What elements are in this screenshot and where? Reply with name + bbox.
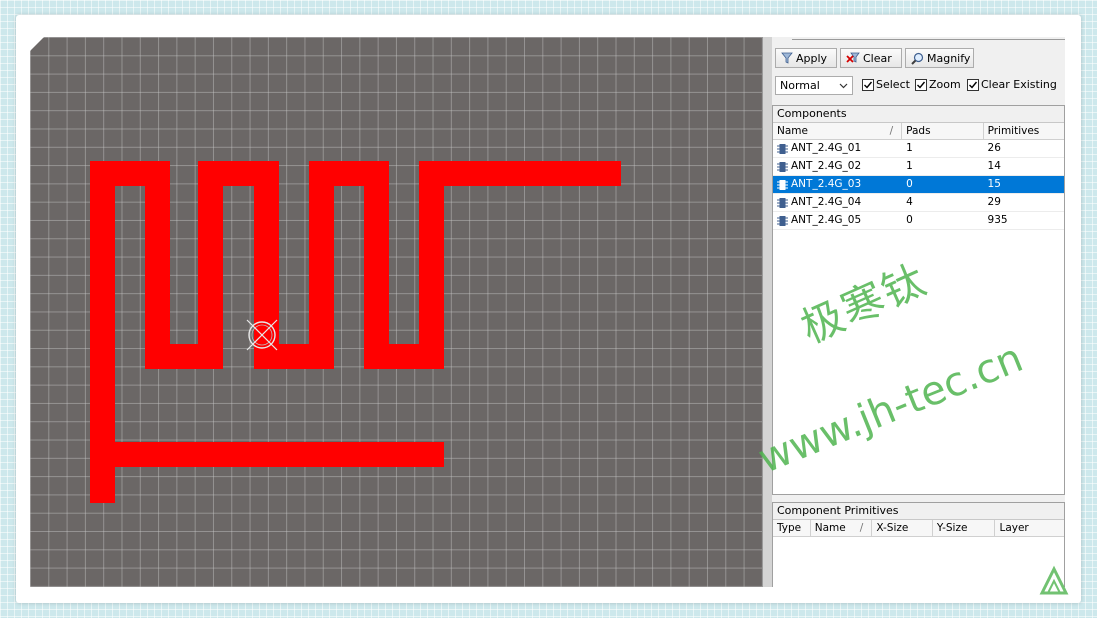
clear-button[interactable]: Clear: [840, 48, 902, 68]
trace-meander-v5[interactable]: [364, 161, 389, 369]
component-pads: 1: [906, 142, 913, 154]
chip-icon: [777, 197, 788, 208]
component-name-cell: ANT_2.4G_01: [773, 140, 902, 157]
trace-meander-v2[interactable]: [198, 161, 223, 369]
canvas-corner: [30, 37, 44, 51]
funnel-icon: [781, 52, 793, 64]
magnify-button[interactable]: Magnify: [905, 48, 974, 68]
check-icon: [967, 78, 979, 91]
clear-existing-label: Clear Existing: [981, 78, 1057, 91]
col-name-label: Name: [777, 125, 808, 137]
zoom-label: Zoom: [929, 78, 961, 91]
zoom-checkbox[interactable]: Zoom: [915, 78, 961, 91]
apply-button[interactable]: Apply: [775, 48, 837, 68]
component-name-cell: ANT_2.4G_04: [773, 194, 902, 211]
col-layer-header[interactable]: Layer: [995, 520, 1064, 536]
component-pads: 4: [906, 196, 913, 208]
component-name: ANT_2.4G_04: [791, 196, 862, 208]
apply-label: Apply: [796, 51, 828, 65]
trace-ground-horizontal[interactable]: [90, 442, 444, 467]
trace-meander-v1[interactable]: [145, 161, 170, 369]
col-xsize-header[interactable]: X-Size: [872, 520, 933, 536]
chip-icon: [777, 179, 788, 190]
chip-icon: [777, 143, 788, 154]
pcb-library-panel: Apply Clear Magnify Normal Select Zoom C…: [772, 37, 1065, 587]
select-checkbox[interactable]: Select: [862, 78, 910, 91]
components-header: Name / Pads Primitives: [773, 123, 1064, 140]
panel-top-line: [792, 39, 1065, 40]
col-ysize-header[interactable]: Y-Size: [933, 520, 996, 536]
component-primitives: 15: [987, 178, 1001, 190]
component-primitives: 14: [987, 160, 1001, 172]
primitives-title: Component Primitives: [773, 503, 1064, 520]
component-pads: 0: [906, 214, 913, 226]
sort-indicator: /: [859, 522, 864, 534]
trace-meander-v6[interactable]: [419, 161, 444, 369]
mode-select[interactable]: Normal: [775, 76, 853, 95]
table-row[interactable]: ANT_2.4G_04 4 29: [773, 194, 1064, 212]
chip-icon: [777, 161, 788, 172]
col-pads-header[interactable]: Pads: [902, 123, 984, 139]
primitives-section: Component Primitives Type Name / X-Size …: [772, 502, 1065, 587]
select-label: Select: [876, 78, 910, 91]
clear-filter-icon: [846, 52, 860, 63]
chevron-down-icon: [839, 83, 848, 89]
magnify-label: Magnify: [927, 51, 971, 65]
sort-indicator: /: [889, 125, 894, 137]
component-name-cell: ANT_2.4G_05: [773, 212, 902, 229]
trace-top-end[interactable]: [419, 161, 621, 186]
mode-select-value: Normal: [780, 79, 820, 92]
components-section: Components Name / Pads Primitives ANT_2.…: [772, 105, 1065, 495]
col-prim-name-label: Name: [814, 522, 846, 534]
magnifier-icon: [911, 52, 924, 65]
col-primitives-header[interactable]: Primitives: [984, 123, 1064, 139]
components-title: Components: [773, 106, 1064, 123]
primitives-header: Type Name / X-Size Y-Size Layer: [773, 520, 1064, 537]
table-row[interactable]: ANT_2.4G_01 1 26: [773, 140, 1064, 158]
component-primitives: 26: [987, 142, 1001, 154]
clear-existing-checkbox[interactable]: Clear Existing: [967, 78, 1057, 91]
check-icon: [862, 78, 874, 91]
table-row[interactable]: ANT_2.4G_02 1 14: [773, 158, 1064, 176]
component-pads: 1: [906, 160, 913, 172]
component-name: ANT_2.4G_05: [791, 214, 862, 226]
component-name: ANT_2.4G_01: [791, 142, 862, 154]
check-icon: [915, 78, 927, 91]
col-prim-name-header[interactable]: Name /: [811, 520, 873, 536]
component-name: ANT_2.4G_02: [791, 160, 862, 172]
table-row[interactable]: ANT_2.4G_05 0 935: [773, 212, 1064, 230]
component-name: ANT_2.4G_03: [791, 178, 862, 190]
component-primitives: 29: [987, 196, 1001, 208]
col-type-header[interactable]: Type: [773, 520, 811, 536]
component-pads: 0: [906, 178, 913, 190]
pcb-canvas[interactable]: [30, 37, 762, 587]
trace-meander-v4[interactable]: [309, 161, 334, 369]
component-name-cell: ANT_2.4G_03: [773, 176, 902, 193]
components-rows: ANT_2.4G_01 1 26 ANT_2.4G_02 1 14 ANT_2.4G_03 0…: [773, 140, 1064, 230]
component-primitives: 935: [987, 214, 1008, 226]
chip-icon: [777, 215, 788, 226]
table-row[interactable]: ANT_2.4G_03 0 15: [773, 176, 1064, 194]
col-name-header[interactable]: Name /: [773, 123, 903, 139]
component-name-cell: ANT_2.4G_02: [773, 158, 902, 175]
origin-marker-icon: [246, 319, 278, 351]
clear-label: Clear: [863, 51, 892, 65]
